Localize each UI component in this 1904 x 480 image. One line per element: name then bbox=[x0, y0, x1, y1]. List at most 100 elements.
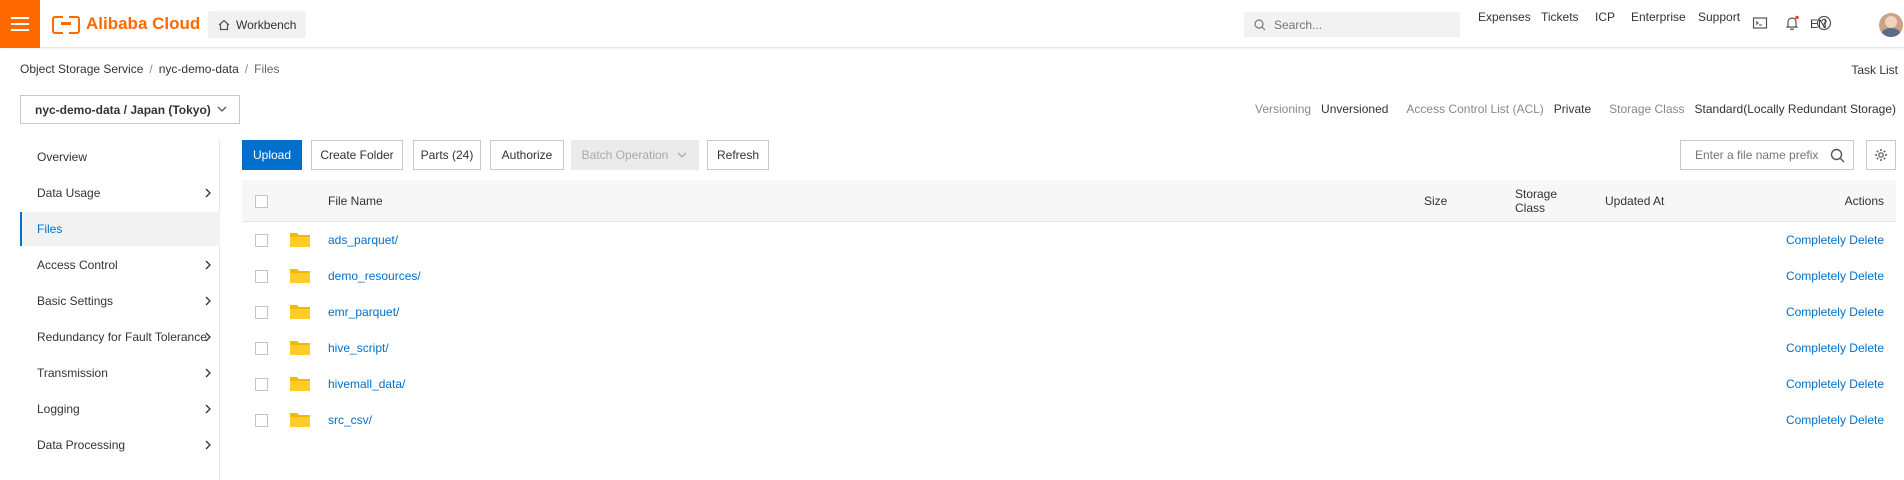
refresh-button[interactable]: Refresh bbox=[707, 140, 769, 170]
file-name-link[interactable]: src_csv/ bbox=[328, 413, 372, 427]
sidebar-item-label: Basic Settings bbox=[37, 294, 114, 308]
enterprise-link[interactable]: Enterprise bbox=[1631, 10, 1686, 24]
storage-class-label: Storage Class bbox=[1609, 102, 1685, 116]
file-name-link[interactable]: hivemall_data/ bbox=[328, 377, 405, 391]
batch-operation-dropdown[interactable]: Batch Operation bbox=[571, 140, 699, 170]
sidebar-item-label: Access Control bbox=[37, 258, 118, 272]
folder-icon bbox=[290, 341, 310, 355]
global-search[interactable] bbox=[1244, 12, 1460, 37]
sidebar-item-label: Redundancy for Fault Tolerance bbox=[37, 330, 207, 344]
table-row: src_csv/Completely Delete bbox=[242, 402, 1896, 438]
notification-bell-icon[interactable] bbox=[1784, 15, 1800, 31]
column-storage-class[interactable]: Storage Class bbox=[1515, 187, 1557, 215]
row-checkbox[interactable] bbox=[255, 378, 268, 391]
sidebar-item-logging[interactable]: Logging bbox=[20, 392, 220, 426]
table-settings-button[interactable] bbox=[1866, 140, 1896, 170]
breadcrumb-separator: / bbox=[244, 62, 249, 76]
completely-delete-link[interactable]: Completely Delete bbox=[1786, 269, 1884, 283]
sidebar-item-label: Logging bbox=[37, 402, 80, 416]
breadcrumb-bucket[interactable]: nyc-demo-data bbox=[159, 62, 239, 76]
user-avatar[interactable] bbox=[1879, 13, 1903, 37]
upload-button[interactable]: Upload bbox=[242, 140, 302, 170]
file-table-header: File Name Size Storage Class Updated At … bbox=[242, 180, 1896, 222]
home-icon bbox=[218, 19, 230, 30]
chevron-right-icon bbox=[205, 404, 211, 414]
task-list-link[interactable]: Task List bbox=[1851, 63, 1898, 77]
folder-icon bbox=[290, 413, 310, 427]
column-size[interactable]: Size bbox=[1424, 194, 1447, 208]
bucket-info: Versioning Unversioned Access Control Li… bbox=[1255, 102, 1896, 116]
file-name-link[interactable]: demo_resources/ bbox=[328, 269, 421, 283]
menu-icon[interactable] bbox=[0, 0, 40, 48]
chevron-down-icon bbox=[677, 152, 687, 158]
sidebar-item-access-control[interactable]: Access Control bbox=[20, 248, 220, 282]
create-folder-button[interactable]: Create Folder bbox=[311, 140, 403, 170]
sidebar-item-files[interactable]: Files bbox=[20, 212, 220, 246]
table-row: hivemall_data/Completely Delete bbox=[242, 366, 1896, 402]
parts-button[interactable]: Parts (24) bbox=[413, 140, 481, 170]
sidebar-item-data-processing[interactable]: Data Processing bbox=[20, 428, 220, 462]
breadcrumb-separator: / bbox=[149, 62, 153, 76]
file-name-link[interactable]: hive_script/ bbox=[328, 341, 389, 355]
completely-delete-link[interactable]: Completely Delete bbox=[1786, 233, 1884, 247]
select-all-checkbox[interactable] bbox=[255, 195, 268, 208]
support-link[interactable]: Support bbox=[1698, 10, 1740, 24]
completely-delete-link[interactable]: Completely Delete bbox=[1786, 413, 1884, 427]
row-checkbox[interactable] bbox=[255, 234, 268, 247]
table-row: emr_parquet/Completely Delete bbox=[242, 294, 1896, 330]
file-search[interactable] bbox=[1680, 140, 1854, 170]
sidebar-item-label: Overview bbox=[37, 150, 88, 164]
versioning-value: Unversioned bbox=[1321, 102, 1389, 116]
bucket-region-value: nyc-demo-data / Japan (Tokyo) bbox=[35, 102, 211, 117]
breadcrumb-oss[interactable]: Object Storage Service bbox=[20, 62, 143, 76]
bucket-sidebar: Overview Data Usage Files Access Control… bbox=[0, 140, 220, 480]
brand-logo[interactable]: Alibaba Cloud bbox=[52, 12, 200, 36]
chevron-right-icon bbox=[205, 332, 211, 342]
row-checkbox[interactable] bbox=[255, 342, 268, 355]
search-icon[interactable] bbox=[1830, 148, 1845, 163]
row-checkbox[interactable] bbox=[255, 270, 268, 283]
table-row: hive_script/Completely Delete bbox=[242, 330, 1896, 366]
expenses-link[interactable]: Expenses bbox=[1478, 10, 1531, 24]
folder-icon bbox=[290, 233, 310, 247]
tickets-link[interactable]: Tickets bbox=[1541, 10, 1579, 24]
top-navigation-bar: Alibaba Cloud Workbench Expenses Tickets… bbox=[0, 0, 1904, 48]
row-checkbox[interactable] bbox=[255, 306, 268, 319]
sidebar-item-redundancy[interactable]: Redundancy for Fault Tolerance bbox=[20, 320, 220, 354]
language-switcher[interactable]: EN bbox=[1810, 17, 1827, 31]
chevron-right-icon bbox=[205, 440, 211, 450]
completely-delete-link[interactable]: Completely Delete bbox=[1786, 377, 1884, 391]
sidebar-item-basic-settings[interactable]: Basic Settings bbox=[20, 284, 220, 318]
file-prefix-input[interactable] bbox=[1695, 148, 1825, 162]
alibaba-cloud-logo-icon bbox=[52, 16, 80, 34]
icp-link[interactable]: ICP bbox=[1595, 10, 1615, 24]
chevron-right-icon bbox=[205, 296, 211, 306]
gear-icon bbox=[1875, 149, 1887, 161]
workbench-label: Workbench bbox=[236, 17, 297, 32]
storage-class-value: Standard(Locally Redundant Storage) bbox=[1694, 102, 1896, 116]
completely-delete-link[interactable]: Completely Delete bbox=[1786, 305, 1884, 319]
column-updated-at[interactable]: Updated At bbox=[1605, 194, 1664, 208]
folder-icon bbox=[290, 377, 310, 391]
row-checkbox[interactable] bbox=[255, 414, 268, 427]
file-name-link[interactable]: emr_parquet/ bbox=[328, 305, 399, 319]
sidebar-item-overview[interactable]: Overview bbox=[20, 140, 220, 174]
sidebar-item-transmission[interactable]: Transmission bbox=[20, 356, 220, 390]
global-search-input[interactable] bbox=[1274, 17, 1444, 32]
acl-label: Access Control List (ACL) bbox=[1406, 102, 1544, 116]
completely-delete-link[interactable]: Completely Delete bbox=[1786, 341, 1884, 355]
column-file-name[interactable]: File Name bbox=[328, 194, 383, 208]
search-icon bbox=[1254, 18, 1266, 30]
bucket-region-select[interactable]: nyc-demo-data / Japan (Tokyo) bbox=[20, 95, 240, 124]
breadcrumb-current: Files bbox=[254, 62, 280, 76]
cloud-shell-icon[interactable] bbox=[1752, 15, 1768, 31]
breadcrumb: Object Storage Service / nyc-demo-data /… bbox=[20, 62, 279, 76]
authorize-button[interactable]: Authorize bbox=[490, 140, 564, 170]
file-name-link[interactable]: ads_parquet/ bbox=[328, 233, 398, 247]
workbench-button[interactable]: Workbench bbox=[208, 11, 307, 38]
acl-value: Private bbox=[1553, 102, 1592, 116]
chevron-right-icon bbox=[205, 188, 211, 198]
sidebar-item-data-usage[interactable]: Data Usage bbox=[20, 176, 220, 210]
chevron-right-icon bbox=[205, 368, 211, 378]
folder-icon bbox=[290, 269, 310, 283]
